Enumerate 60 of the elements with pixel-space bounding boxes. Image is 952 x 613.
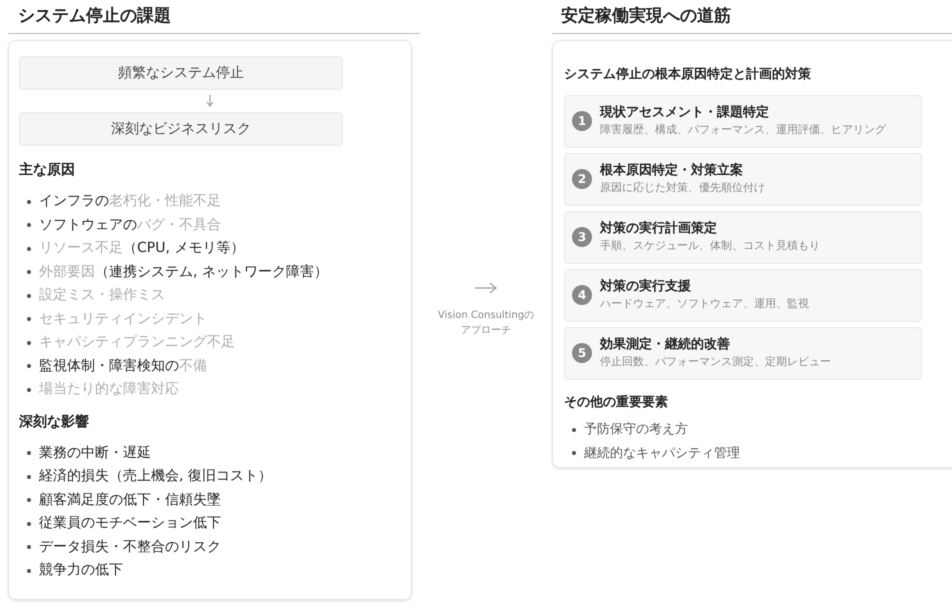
list-item-text: セキュリティインシデント [39, 310, 207, 328]
list-item-text: 継続的なキャパシティ管理 [584, 444, 740, 462]
bullet-icon [572, 428, 576, 432]
step-detail: 障害履歴、構成、パフォーマンス、運用評価、ヒアリング [600, 122, 886, 138]
list-item-text: 顧客満足度の低下・信頼失墜 [39, 490, 221, 510]
bullet-icon [27, 388, 31, 392]
step-detail: 手順、スケジュール、体制、コスト見積もり [600, 238, 820, 254]
bullet-icon [27, 317, 31, 322]
list-item-text: 競争力の低下 [39, 561, 123, 580]
bullet-icon [27, 568, 31, 573]
list-item-text: 業務の中断・遅延 [39, 444, 151, 462]
step-title: 根本原因特定・対策立案 [600, 162, 744, 180]
step-number: 1 [572, 111, 592, 131]
list-item-text: ソフトウェアのバグ・不具合 [39, 216, 221, 234]
list-item-text: 設定ミス・操作ミス [39, 286, 165, 305]
list-item-text: 外部要因（連携システム, ネットワーク障害） [39, 262, 328, 282]
list-item-text: データ損失・不整合のリスク [39, 538, 221, 556]
list-item-text: リソース不足（CPU, メモリ等） [39, 239, 244, 258]
list-item-text: 予防保守の考え方 [584, 421, 688, 439]
step-number: 2 [572, 169, 592, 189]
step-detail: 停止回数、パフォーマンス測定、定期レビュー [600, 354, 831, 370]
step-title: 効果測定・継続的改善 [600, 336, 731, 354]
bullet-icon [27, 200, 31, 204]
bullet-icon [572, 451, 576, 456]
list-item-text: 監視体制・障害検知の不備 [39, 356, 207, 376]
down-arrow-icon [206, 95, 214, 107]
bullet-icon [27, 364, 31, 368]
bullet-icon [27, 246, 31, 251]
section-heading: 深刻な影響 [19, 412, 90, 432]
section-heading: その他の重要要素 [564, 394, 669, 412]
bullet-icon [27, 474, 31, 479]
step-number: 3 [572, 227, 592, 247]
section-heading: システム停止の根本原因特定と計画的対策 [564, 66, 812, 84]
approach-caption: Vision Consultingの アプローチ [438, 309, 534, 338]
bullet-icon [27, 340, 31, 345]
step-number: 4 [572, 285, 592, 305]
bullet-icon [27, 294, 31, 298]
section-title: システム停止の課題 [17, 4, 171, 28]
bullet-icon [27, 451, 31, 456]
flow-step: 頻繁なシステム停止 [19, 56, 343, 90]
step-title: 対策の実行計画策定 [600, 220, 718, 238]
bullet-icon [27, 498, 31, 502]
right-arrow-icon [475, 282, 497, 294]
list-item-text: インフラの老朽化・性能不足 [39, 192, 221, 211]
bullet-icon [27, 223, 31, 228]
flow-step: 深刻なビジネスリスク [19, 112, 343, 146]
bullet-icon [27, 522, 31, 526]
list-item-text: 経済的損失（売上機会, 復旧コスト） [39, 467, 272, 486]
bullet-icon [27, 545, 31, 550]
step-title: 対策の実行支援 [600, 278, 692, 296]
list-item-text: キャパシティプランニング不足 [39, 333, 235, 352]
step-number: 5 [572, 343, 592, 363]
step-detail: ハードウェア、ソフトウェア、運用、監視 [600, 296, 809, 312]
step-title: 現状アセスメント・課題特定 [600, 104, 770, 122]
bullet-icon [27, 270, 31, 274]
list-item-text: 従業員のモチベーション低下 [39, 514, 221, 533]
list-item-text: 場当たり的な障害対応 [39, 380, 179, 399]
step-detail: 原因に応じた対策、優先順位付け [600, 180, 765, 196]
section-title: 安定稼働実現への道筋 [560, 4, 731, 28]
section-heading: 主な原因 [19, 160, 76, 180]
